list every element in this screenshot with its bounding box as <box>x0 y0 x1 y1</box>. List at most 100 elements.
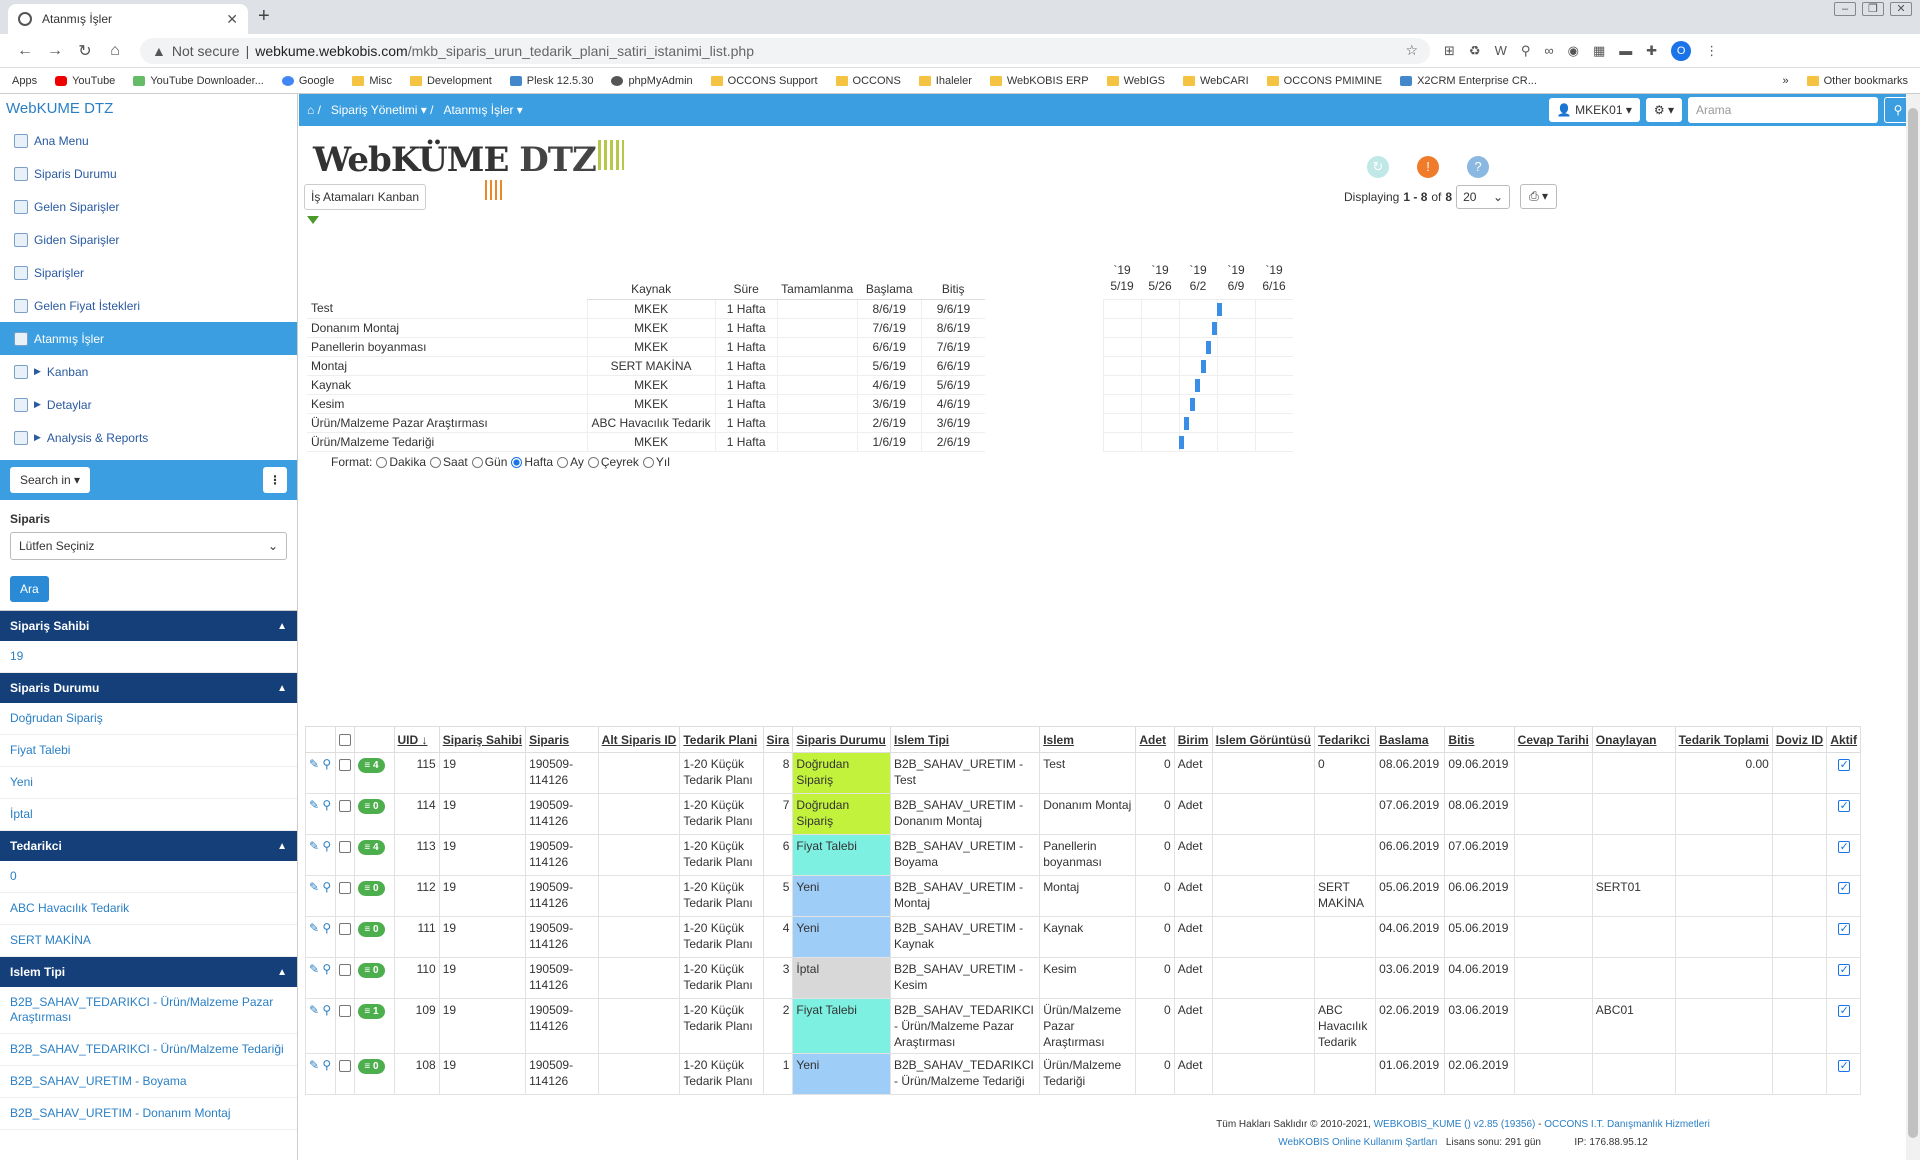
table-row[interactable]: ✎ ⚲ ≡ 0 110 19 190509-114126 1-20 Küçük Tedar… <box>305 957 1861 999</box>
siparis-select[interactable]: Lütfen Seçiniz ⌄ <box>10 532 287 560</box>
filter-section-header[interactable]: Islem Tipi ▲ <box>0 957 297 987</box>
restore-icon[interactable]: ❐ <box>1862 2 1884 16</box>
row-checkbox[interactable] <box>339 963 352 976</box>
table-row[interactable]: ✎ ⚲ ≡ 0 112 19 190509-114126 1-20 Küçük Tedar… <box>305 875 1861 917</box>
column-header[interactable]: Bitis <box>1444 726 1515 753</box>
browser-tab[interactable]: Atanmış İşler ✕ <box>8 4 248 34</box>
filter-option[interactable]: Fiyat Talebi <box>0 735 297 767</box>
detail-count-badge[interactable]: ≡ 0 <box>358 1059 385 1074</box>
view-magnifier-icon[interactable]: ⚲ <box>319 962 331 976</box>
gantt-bar[interactable] <box>1211 322 1217 335</box>
gantt-row[interactable]: Donanım Montaj MKEK 1 Hafta 7/6/19 8/6/19 <box>307 318 986 338</box>
home-nav-icon[interactable]: ⌂ / <box>307 103 321 117</box>
kebab-icon[interactable]: ⋮ <box>263 467 287 493</box>
collapse-up-icon[interactable]: ▲ <box>277 621 287 632</box>
gantt-bar[interactable] <box>1217 303 1222 316</box>
aktif-checkbox[interactable] <box>1837 921 1850 937</box>
gantt-bar[interactable] <box>1200 360 1206 373</box>
bookmarks-more[interactable]: » <box>1783 75 1789 87</box>
translate-icon[interactable]: ⊞ <box>1444 43 1455 59</box>
bookmark-item[interactable]: Google <box>281 75 334 87</box>
gantt-bar[interactable] <box>1184 417 1190 430</box>
row-checkbox[interactable] <box>339 799 352 812</box>
bookmark-item[interactable]: OCCONS Support <box>710 75 818 87</box>
bookmark-item[interactable]: X2CRM Enterprise CR... <box>1400 75 1537 87</box>
edit-pencil-icon[interactable]: ✎ <box>309 757 319 771</box>
column-header[interactable]: Tedarik Toplami <box>1674 726 1773 753</box>
collapse-up-icon[interactable]: ▲ <box>277 841 287 852</box>
menu-icon[interactable]: ⋮ <box>1705 43 1718 59</box>
sidebar-item[interactable]: Siparis Durumu <box>0 157 297 190</box>
view-magnifier-icon[interactable]: ⚲ <box>319 921 331 935</box>
bookmark-item[interactable]: OCCONS PMIMINE <box>1266 75 1382 87</box>
gantt-row[interactable]: Kaynak MKEK 1 Hafta 4/6/19 5/6/19 <box>307 375 986 395</box>
gantt-bar[interactable] <box>1189 398 1195 411</box>
bookmark-item[interactable]: Development <box>409 75 492 87</box>
view-magnifier-icon[interactable]: ⚲ <box>319 880 331 894</box>
table-row[interactable]: ✎ ⚲ ≡ 1 109 19 190509-114126 1-20 Küçük Tedar… <box>305 998 1861 1054</box>
collapse-triangle-icon[interactable] <box>307 216 319 224</box>
settings-button[interactable]: ⚙ ▾ <box>1645 98 1682 122</box>
edit-pencil-icon[interactable]: ✎ <box>309 921 319 935</box>
gantt-row[interactable]: Kesim MKEK 1 Hafta 3/6/19 4/6/19 <box>307 394 986 414</box>
row-checkbox[interactable] <box>339 758 352 771</box>
detail-count-badge[interactable]: ≡ 4 <box>358 840 385 855</box>
detail-count-badge[interactable]: ≡ 0 <box>358 922 385 937</box>
close-tab-icon[interactable]: ✕ <box>226 11 238 28</box>
bookmark-item[interactable]: Misc <box>352 75 392 87</box>
infinity-icon[interactable]: ∞ <box>1544 43 1553 58</box>
format-radio[interactable] <box>587 456 599 468</box>
gantt-row[interactable]: Ürün/Malzeme Tedariği MKEK 1 Hafta 1/6/19 2/… <box>307 432 986 452</box>
edit-pencil-icon[interactable]: ✎ <box>309 798 319 812</box>
column-header[interactable]: UID ↓ <box>393 726 440 753</box>
view-magnifier-icon[interactable]: ⚲ <box>319 757 331 771</box>
bookmark-item[interactable]: OCCONS <box>835 75 901 87</box>
profile-avatar[interactable]: O <box>1671 40 1692 61</box>
collapse-up-icon[interactable]: ▲ <box>277 683 287 694</box>
column-header[interactable]: Birim <box>1173 726 1213 753</box>
w-icon[interactable]: W <box>1495 43 1507 58</box>
aktif-checkbox[interactable] <box>1837 757 1850 773</box>
format-radio[interactable] <box>642 456 654 468</box>
help-icon[interactable]: ? <box>1467 156 1489 178</box>
filter-section-header[interactable]: Tedarikci ▲ <box>0 831 297 861</box>
gantt-row[interactable]: Ürün/Malzeme Pazar Araştırması ABC Havacı… <box>307 413 986 433</box>
page-size-select[interactable]: 20 ⌄ <box>1456 184 1511 209</box>
edit-pencil-icon[interactable]: ✎ <box>309 1058 319 1072</box>
html-icon[interactable]: ▦ <box>1593 43 1605 59</box>
sidebar-item[interactable]: Atanmış İşler <box>0 322 297 355</box>
detail-count-badge[interactable]: ≡ 0 <box>358 881 385 896</box>
filter-option[interactable]: B2B_SAHAV_TEDARIKCI - Ürün/Malzeme Tedar… <box>0 1034 297 1066</box>
puzzle-icon[interactable]: ✚ <box>1646 43 1657 59</box>
sidebar-item[interactable]: Siparişler <box>0 256 297 289</box>
row-checkbox[interactable] <box>339 1004 352 1017</box>
detail-count-badge[interactable]: ≡ 0 <box>358 963 385 978</box>
search-input[interactable]: Arama <box>1688 97 1878 123</box>
gantt-row[interactable]: Montaj SERT MAKİNA 1 Hafta 5/6/19 6/6/19 <box>307 356 986 376</box>
filter-option[interactable]: ABC Havacılık Tedarik <box>0 893 297 925</box>
refresh-icon[interactable]: ↻ <box>1367 156 1389 178</box>
column-header[interactable]: Tedarik Plani <box>679 726 764 753</box>
bookmark-item[interactable]: Ihaleler <box>918 75 972 87</box>
bookmark-item[interactable]: WebKOBIS ERP <box>989 75 1089 87</box>
ads-icon[interactable]: ▬ <box>1619 43 1632 58</box>
bookmark-item[interactable]: WebIGS <box>1106 75 1165 87</box>
back-icon[interactable]: ← <box>10 42 40 60</box>
close-window-icon[interactable]: ✕ <box>1890 2 1912 16</box>
recycle-icon[interactable]: ♻ <box>1469 43 1481 59</box>
sidebar-item[interactable]: ▶ Detaylar <box>0 388 297 421</box>
view-magnifier-icon[interactable]: ⚲ <box>319 1058 331 1072</box>
filter-section-header[interactable]: Sipariş Sahibi ▲ <box>0 611 297 641</box>
bookmark-item[interactable]: YouTube Downloader... <box>133 75 264 87</box>
view-magnifier-icon[interactable]: ⚲ <box>319 839 331 853</box>
filter-option[interactable]: 0 <box>0 861 297 893</box>
column-header[interactable]: Cevap Tarihi <box>1513 726 1593 753</box>
view-magnifier-icon[interactable]: ⚲ <box>319 798 331 812</box>
aktif-checkbox[interactable] <box>1837 880 1850 896</box>
user-button[interactable]: 👤 MKEK01 ▾ <box>1548 98 1640 122</box>
row-checkbox[interactable] <box>339 840 352 853</box>
filter-option[interactable]: İptal <box>0 799 297 831</box>
table-row[interactable]: ✎ ⚲ ≡ 0 108 19 190509-114126 1-20 Küçük Tedar… <box>305 1053 1861 1095</box>
gantt-row[interactable]: Panellerin boyanması MKEK 1 Hafta 6/6/19 7/6… <box>307 337 986 357</box>
column-header[interactable]: Sipariş Sahibi <box>438 726 527 753</box>
